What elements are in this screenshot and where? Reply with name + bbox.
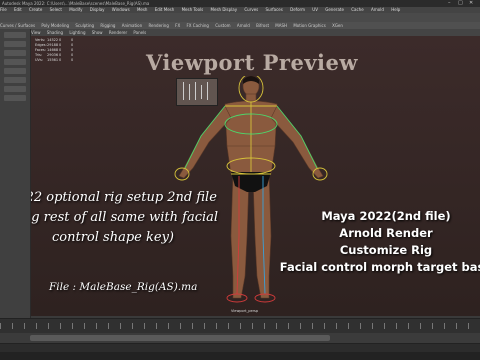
menu-mesh[interactable]: Mesh: [137, 7, 148, 12]
time-slider[interactable]: [0, 318, 480, 333]
shelf-tab[interactable]: Sculpting: [75, 23, 94, 28]
menu-edit-mesh[interactable]: Edit Mesh: [155, 7, 175, 12]
scale-tool-icon[interactable]: [4, 77, 26, 83]
help-line: [0, 352, 480, 360]
left-caption-line: control shape key): [52, 230, 174, 245]
shelf-tabs: Curves / Surfaces Poly Modeling Sculptin…: [0, 22, 480, 29]
menu-deform[interactable]: Deform: [290, 7, 305, 12]
lasso-tool-icon[interactable]: [4, 41, 26, 47]
shelf-tab[interactable]: Rigging: [100, 23, 115, 28]
shelf-tab[interactable]: FX: [175, 23, 180, 28]
menu-surfaces[interactable]: Surfaces: [266, 7, 283, 12]
menu-mesh-tools[interactable]: Mesh Tools: [182, 7, 204, 12]
menu-modify[interactable]: Modify: [69, 7, 82, 12]
range-slider-thumb[interactable]: [30, 335, 330, 341]
viewport-3d[interactable]: Verts: 145220 0 Edges:291880 0 Faces:146680…: [31, 36, 480, 316]
shelf-tab[interactable]: Arnold: [237, 23, 250, 28]
range-slider[interactable]: [0, 333, 480, 343]
window-title: Autodesk Maya 2022: C:\Users\...\MaleBas…: [2, 1, 150, 6]
menu-curves[interactable]: Curves: [244, 7, 258, 12]
close-button[interactable]: ✕: [469, 0, 473, 7]
menu-create[interactable]: Create: [29, 7, 42, 12]
menu-edit[interactable]: Edit: [14, 7, 22, 12]
layout-four-icon[interactable]: [4, 95, 26, 101]
left-caption-line: 2022 optional rig setup 2nd file: [31, 190, 217, 205]
poly-count-hud: Verts: 145220 0 Edges:291880 0 Faces:146680…: [35, 38, 83, 63]
panel-menu-lighting[interactable]: Lighting: [69, 30, 85, 35]
menu-cache[interactable]: Cache: [351, 7, 363, 12]
title-bar: Autodesk Maya 2022: C:\Users\...\MaleBas…: [0, 0, 480, 7]
menu-select[interactable]: Select: [50, 7, 62, 12]
shelf-tab[interactable]: XGen: [332, 23, 343, 28]
panel-menu-view[interactable]: View: [31, 30, 41, 35]
panel-menu-shading[interactable]: Shading: [47, 30, 63, 35]
tool-box: [0, 29, 31, 329]
shelf-tab[interactable]: MASH: [275, 23, 287, 28]
right-caption-line: Facial control morph target base: [279, 260, 480, 274]
menu-windows[interactable]: Windows: [112, 7, 130, 12]
right-caption-line: Maya 2022(2nd file): [321, 209, 451, 223]
panel-menu-show[interactable]: Show: [92, 30, 103, 35]
shelf-tab[interactable]: Poly Modeling: [41, 23, 69, 28]
shelf-tab[interactable]: FX Caching: [186, 23, 208, 28]
paint-select-icon[interactable]: [4, 50, 26, 56]
shelf-tab[interactable]: Animation: [122, 23, 142, 28]
menu-mesh-display[interactable]: Mesh Display: [211, 7, 238, 12]
menu-display[interactable]: Display: [90, 7, 105, 12]
panel-menu-panels[interactable]: Panels: [133, 30, 146, 35]
minimize-button[interactable]: –: [448, 0, 451, 7]
rotate-tool-icon[interactable]: [4, 68, 26, 74]
file-caption: File : MaleBase_Rig(AS).ma: [49, 281, 198, 293]
time-slider-ticks: [0, 323, 480, 329]
panel-menu-renderer[interactable]: Renderer: [109, 30, 127, 35]
menu-file[interactable]: File: [0, 7, 7, 12]
shelf-tab[interactable]: Custom: [215, 23, 230, 28]
right-caption: Maya 2022(2nd file) Arnold Render Custom…: [271, 208, 480, 276]
move-tool-icon[interactable]: [4, 59, 26, 65]
hud-row: UVs: 155610 0: [35, 58, 74, 62]
shelf-tab[interactable]: Curves / Surfaces: [0, 23, 35, 28]
right-caption-line: Arnold Render: [339, 226, 433, 240]
select-tool-icon[interactable]: [4, 32, 26, 38]
menu-arnold[interactable]: Arnold: [371, 7, 384, 12]
viewport-preview-title: Viewport Preview: [146, 50, 358, 75]
shelf-tab[interactable]: Motion Graphics: [293, 23, 326, 28]
menu-help[interactable]: Help: [391, 7, 400, 12]
right-caption-line: Customize Rig: [339, 243, 433, 257]
shelf-tab[interactable]: Rendering: [148, 23, 168, 28]
layout-single-icon[interactable]: [4, 86, 26, 92]
viewport-panel-menu: View Shading Lighting Show Renderer Pane…: [31, 29, 480, 36]
left-caption: 2022 optional rig setup 2nd file t Rig r…: [31, 188, 233, 248]
shelf-tab[interactable]: Bifrost: [256, 23, 269, 28]
menu-uv[interactable]: UV: [312, 7, 318, 12]
maximize-button[interactable]: □: [458, 0, 463, 7]
camera-label: Viewport_persp: [231, 309, 259, 313]
menu-generate[interactable]: Generate: [325, 7, 344, 12]
left-caption-line: t Rig rest of all same with facial: [31, 210, 219, 225]
